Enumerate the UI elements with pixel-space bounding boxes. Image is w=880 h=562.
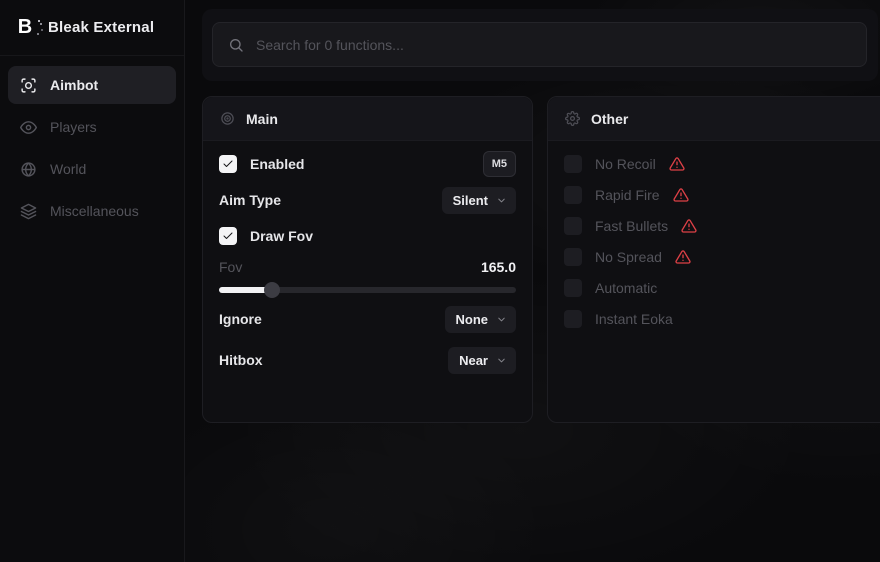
option-checkbox[interactable] xyxy=(564,279,582,297)
other-option-row: Instant Eoka xyxy=(564,309,877,329)
search-box[interactable] xyxy=(212,22,867,67)
other-option-row: Fast Bullets xyxy=(564,216,877,236)
app-window: B Bleak External Aimbot Players World xyxy=(0,0,880,562)
globe-icon xyxy=(20,161,37,178)
other-panel-title: Other xyxy=(591,111,628,127)
search-icon xyxy=(228,37,244,53)
main-panel-header: Main xyxy=(203,97,532,141)
option-checkbox[interactable] xyxy=(564,248,582,266)
option-label: Rapid Fire xyxy=(595,187,660,203)
aim-type-value: Silent xyxy=(453,193,488,208)
draw-fov-label: Draw Fov xyxy=(250,228,313,244)
hitbox-row: Hitbox Near xyxy=(219,347,516,373)
other-panel: Other No Recoil Rapid Fire xyxy=(547,96,880,423)
hitbox-dropdown[interactable]: Near xyxy=(448,347,516,374)
layers-icon xyxy=(20,203,37,220)
hitbox-value: Near xyxy=(459,353,488,368)
draw-fov-checkbox[interactable] xyxy=(219,227,237,245)
other-panel-header: Other xyxy=(548,97,880,141)
app-logo: B xyxy=(13,16,37,40)
aim-type-row: Aim Type Silent xyxy=(219,187,516,213)
chevron-down-icon xyxy=(496,314,507,325)
warning-icon xyxy=(673,187,689,203)
content-area: Main Enabled M5 Aim Type Silent xyxy=(186,0,880,562)
sidebar-item-label: World xyxy=(50,161,86,177)
chevron-down-icon xyxy=(496,195,507,206)
main-panel: Main Enabled M5 Aim Type Silent xyxy=(202,96,533,423)
sidebar-nav: Aimbot Players World Miscellaneous xyxy=(0,56,184,240)
warning-icon xyxy=(681,218,697,234)
option-label: Automatic xyxy=(595,280,657,296)
main-panel-body: Enabled M5 Aim Type Silent Draw Fov xyxy=(203,151,532,373)
sidebar-item-label: Miscellaneous xyxy=(50,203,139,219)
main-panel-title: Main xyxy=(246,111,278,127)
other-option-row: No Recoil xyxy=(564,154,877,174)
option-label: No Recoil xyxy=(595,156,656,172)
enabled-label: Enabled xyxy=(250,156,304,172)
fov-slider-handle[interactable] xyxy=(264,282,280,298)
ignore-value: None xyxy=(456,312,489,327)
option-checkbox[interactable] xyxy=(564,310,582,328)
option-checkbox[interactable] xyxy=(564,155,582,173)
draw-fov-row: Draw Fov xyxy=(219,223,516,249)
sidebar-item[interactable]: Aimbot xyxy=(8,66,176,104)
sidebar-item-label: Aimbot xyxy=(50,77,98,93)
sidebar-item[interactable]: Miscellaneous xyxy=(8,192,176,230)
ignore-label: Ignore xyxy=(219,311,262,327)
sidebar: B Bleak External Aimbot Players World xyxy=(0,0,185,562)
enabled-checkbox[interactable] xyxy=(219,155,237,173)
enabled-row: Enabled M5 xyxy=(219,151,516,177)
other-option-row: Rapid Fire xyxy=(564,185,877,205)
eye-icon xyxy=(20,119,37,136)
fov-header-row: Fov 165.0 xyxy=(219,257,516,277)
ignore-dropdown[interactable]: None xyxy=(445,306,517,333)
enabled-keybind-button[interactable]: M5 xyxy=(483,151,516,177)
gear-icon xyxy=(565,111,580,126)
warning-icon xyxy=(675,249,691,265)
option-label: Fast Bullets xyxy=(595,218,668,234)
fov-value: 165.0 xyxy=(481,259,516,275)
option-label: Instant Eoka xyxy=(595,311,673,327)
option-checkbox[interactable] xyxy=(564,217,582,235)
other-option-row: No Spread xyxy=(564,247,877,267)
warning-icon xyxy=(669,156,685,172)
chevron-down-icon xyxy=(496,355,507,366)
sidebar-item[interactable]: World xyxy=(8,150,176,188)
other-panel-body: No Recoil Rapid Fire Fast Bullets xyxy=(548,141,880,329)
search-input[interactable] xyxy=(256,37,851,53)
fov-slider-row xyxy=(219,283,516,297)
option-checkbox[interactable] xyxy=(564,186,582,204)
aim-type-label: Aim Type xyxy=(219,192,281,208)
aim-type-dropdown[interactable]: Silent xyxy=(442,187,516,214)
search-container xyxy=(202,9,878,81)
fov-label: Fov xyxy=(219,259,242,275)
ignore-row: Ignore None xyxy=(219,306,516,332)
crosshair-icon xyxy=(20,77,37,94)
app-title: Bleak External xyxy=(48,19,154,36)
brand-header: B Bleak External xyxy=(0,0,184,56)
fov-slider[interactable] xyxy=(219,287,516,293)
sidebar-item-label: Players xyxy=(50,119,97,135)
target-icon xyxy=(220,111,235,126)
hitbox-label: Hitbox xyxy=(219,352,263,368)
sidebar-item[interactable]: Players xyxy=(8,108,176,146)
other-option-row: Automatic xyxy=(564,278,877,298)
option-label: No Spread xyxy=(595,249,662,265)
